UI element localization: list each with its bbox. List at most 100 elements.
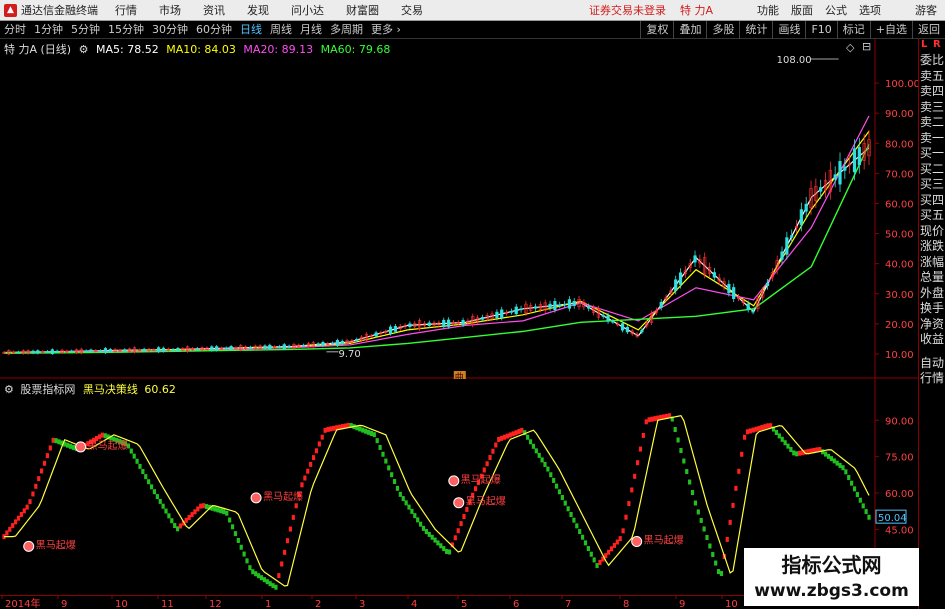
indicator-bar bbox=[401, 496, 405, 502]
menu-discover[interactable]: 发现 bbox=[236, 0, 280, 21]
right-quote-panel: L R 委比 卖五 卖四 卖三 卖二 卖一 买一 买二 买三 买四 买五 现价 涨跌 涨幅 总量 外盘 换手 净资… bbox=[918, 39, 945, 609]
menu-layout[interactable]: 版面 bbox=[785, 0, 819, 21]
period-30min[interactable]: 30分钟 bbox=[148, 21, 192, 39]
panel-corner-right[interactable]: R bbox=[933, 39, 941, 50]
quote-field-0[interactable]: 委比 bbox=[919, 53, 945, 69]
indicator-bar bbox=[251, 569, 255, 575]
tool-restore-rights[interactable]: 复权 bbox=[640, 20, 673, 39]
indicator-bar bbox=[138, 463, 142, 469]
indicator-bar bbox=[797, 450, 802, 456]
indicator-bar bbox=[248, 565, 252, 571]
menu-market[interactable]: 市场 bbox=[148, 0, 192, 21]
indicator-bar bbox=[482, 467, 486, 473]
quote-field-12[interactable]: 涨跌 bbox=[919, 239, 945, 255]
indicator-bar bbox=[410, 508, 414, 514]
indicator-bar bbox=[384, 458, 388, 464]
panel-corner-left[interactable]: L bbox=[921, 39, 927, 50]
signal-dot-icon bbox=[250, 492, 262, 504]
x-tick-label: 6 bbox=[513, 599, 519, 609]
indicator-bar bbox=[392, 479, 397, 485]
quote-field-1[interactable]: 卖五 bbox=[919, 69, 945, 85]
menu-quotes[interactable]: 行情 bbox=[104, 0, 148, 21]
quote-field-7[interactable]: 买二 bbox=[919, 162, 945, 178]
quote-field-2[interactable]: 卖四 bbox=[919, 84, 945, 100]
quote-field-13[interactable]: 涨幅 bbox=[919, 255, 945, 271]
login-status[interactable]: 证券交易未登录 bbox=[583, 0, 672, 21]
auto-quote-0[interactable]: 自动 bbox=[919, 356, 945, 372]
period-5min[interactable]: 5分钟 bbox=[67, 21, 104, 39]
quote-field-9[interactable]: 买四 bbox=[919, 193, 945, 209]
x-tick-label: 2014年 bbox=[5, 597, 40, 609]
indicator-bar bbox=[783, 440, 787, 446]
quote-field-8[interactable]: 买三 bbox=[919, 177, 945, 193]
indicator-bar bbox=[375, 438, 379, 444]
period-multi[interactable]: 多周期 bbox=[326, 21, 367, 39]
auto-quote-list: 自动 行情 bbox=[919, 356, 945, 387]
quote-field-6[interactable]: 买一 bbox=[919, 146, 945, 162]
indicator-bar bbox=[314, 448, 319, 454]
auto-quote-1[interactable]: 行情 bbox=[919, 371, 945, 387]
indicator-bar bbox=[413, 513, 417, 519]
x-tick-label: 8 bbox=[623, 599, 629, 609]
candle-body bbox=[727, 283, 731, 294]
indicator-bar bbox=[164, 508, 168, 514]
indicator-bar bbox=[595, 563, 599, 569]
candle-body bbox=[157, 347, 161, 353]
quote-field-3[interactable]: 卖三 bbox=[919, 100, 945, 116]
menu-function[interactable]: 功能 bbox=[751, 0, 785, 21]
quote-field-11[interactable]: 现价 bbox=[919, 224, 945, 240]
period-1min[interactable]: 1分钟 bbox=[30, 21, 67, 39]
indicator-bar bbox=[731, 502, 735, 508]
quote-field-14[interactable]: 总量 bbox=[919, 270, 945, 286]
tool-overlay[interactable]: 叠加 bbox=[673, 20, 706, 39]
y-tick-label: 100.00 bbox=[885, 79, 918, 90]
candle-body bbox=[852, 148, 857, 173]
period-daily[interactable]: 日线 bbox=[236, 21, 266, 39]
panel-corner: L R bbox=[919, 39, 945, 53]
quote-field-17[interactable]: 净资 bbox=[919, 317, 945, 333]
period-15min[interactable]: 15分钟 bbox=[104, 21, 148, 39]
indicator-bar bbox=[225, 510, 229, 516]
tool-mark[interactable]: 标记 bbox=[836, 20, 870, 39]
tool-back[interactable]: 返回 bbox=[912, 20, 945, 39]
period-60min[interactable]: 60分钟 bbox=[192, 21, 236, 39]
indicator-bar bbox=[540, 457, 544, 463]
menu-trade[interactable]: 交易 bbox=[390, 0, 434, 21]
period-more[interactable]: 更多 › bbox=[367, 21, 405, 39]
quote-field-10[interactable]: 买五 bbox=[919, 208, 945, 224]
candle-body bbox=[31, 350, 35, 354]
tool-f10[interactable]: F10 bbox=[805, 20, 836, 39]
indicator-bar bbox=[757, 425, 761, 431]
indicator-bar bbox=[364, 428, 368, 434]
x-tick-label: 9 bbox=[679, 599, 685, 609]
period-monthly[interactable]: 月线 bbox=[296, 21, 326, 39]
quote-field-16[interactable]: 换手 bbox=[919, 301, 945, 317]
indicator-bar bbox=[97, 434, 102, 440]
indicator-bar bbox=[734, 485, 738, 491]
indicator-bar bbox=[711, 552, 715, 558]
tool-multi-stock[interactable]: 多股 bbox=[706, 20, 739, 39]
candle-body bbox=[195, 348, 199, 350]
candle-body bbox=[480, 317, 485, 320]
menu-news[interactable]: 资讯 bbox=[192, 0, 236, 21]
period-timeshare[interactable]: 分时 bbox=[0, 21, 30, 39]
main-price-chart[interactable]: 100.00 90.00 80.00 70.00 60.00 50.00 40.00 30.0… bbox=[0, 39, 918, 379]
menu-options[interactable]: 选项 bbox=[853, 0, 887, 21]
indicator-bar bbox=[213, 506, 217, 512]
quote-field-18[interactable]: 收益 bbox=[919, 332, 945, 348]
quote-field-4[interactable]: 卖二 bbox=[919, 115, 945, 131]
period-weekly[interactable]: 周线 bbox=[266, 21, 296, 39]
candle-body bbox=[746, 303, 750, 310]
guest-user[interactable]: 游客 bbox=[907, 0, 945, 21]
candle-body bbox=[442, 319, 446, 328]
indicator-bar bbox=[381, 451, 385, 457]
quote-field-15[interactable]: 外盘 bbox=[919, 286, 945, 302]
quote-field-5[interactable]: 卖一 bbox=[919, 131, 945, 147]
menu-formula[interactable]: 公式 bbox=[819, 0, 853, 21]
menu-ask[interactable]: 问小达 bbox=[280, 0, 335, 21]
tool-draw[interactable]: 画线 bbox=[772, 20, 805, 39]
menu-wealth[interactable]: 财富圈 bbox=[335, 0, 390, 21]
indicator-bar bbox=[578, 529, 582, 535]
tool-stats[interactable]: 统计 bbox=[739, 20, 772, 39]
tool-add-watchlist[interactable]: +自选 bbox=[869, 20, 912, 39]
